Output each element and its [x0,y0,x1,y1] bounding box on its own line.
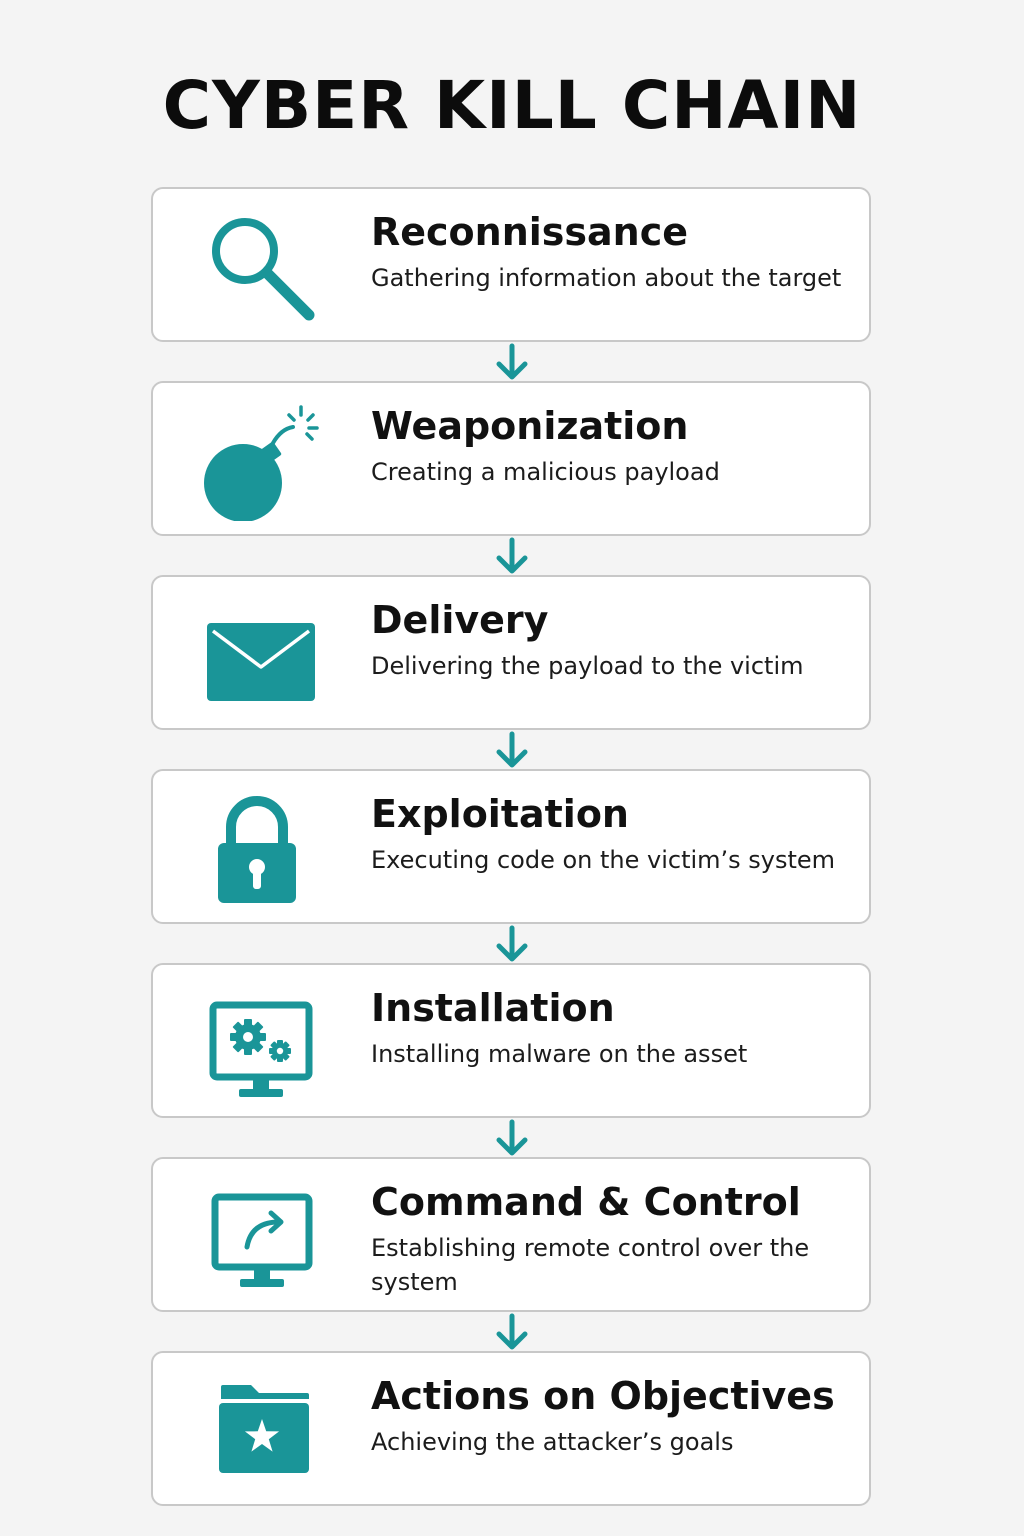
step-title: Reconnissance [371,210,689,254]
bomb-icon [201,401,321,521]
envelope-icon [201,595,321,715]
step-description: Delivering the payload to the victim [371,652,804,680]
step-description: Establishing remote control over the sys… [371,1234,810,1296]
step-card-delivery: Delivery Delivering the payload to the v… [151,575,871,730]
step-card-weaponization: Weaponization Creating a malicious paylo… [151,381,871,536]
step-description: Executing code on the victim’s system [371,846,836,874]
flow-arrow-down [494,925,530,965]
step-title: Weaponization [371,404,689,448]
step-card-exploitation: Exploitation Executing code on the victi… [151,769,871,924]
padlock-icon [201,789,321,909]
flow-arrow-down [494,1313,530,1353]
step-description: Gathering information about the target [371,264,842,292]
monitor-gears-icon [201,983,321,1103]
flow-arrow-down [494,537,530,577]
flow-arrow-down [494,1119,530,1159]
flow-arrow-down [494,343,530,383]
magnifier-icon [201,207,321,327]
step-title: Actions on Objectives [371,1374,835,1418]
step-title: Delivery [371,598,549,642]
step-description: Installing malware on the asset [371,1040,748,1068]
step-title: Installation [371,986,615,1030]
step-title: Exploitation [371,792,629,836]
step-description: Achieving the attacker’s goals [371,1428,734,1456]
page-title: CYBER KILL CHAIN [162,67,862,144]
step-card-installation: Installation Installing malware on the a… [151,963,871,1118]
step-card-command-and-control: Command & Control Establishing remote co… [151,1157,871,1312]
monitor-arrow-icon [201,1177,321,1297]
step-description: Creating a malicious payload [371,458,720,486]
step-card-actions-on-objectives: Actions on Objectives Achieving the atta… [151,1351,871,1506]
flow-arrow-down [494,731,530,771]
step-card-reconnaissance: Reconnissance Gathering information abou… [151,187,871,342]
step-title: Command & Control [371,1180,801,1224]
folder-star-icon [201,1371,321,1491]
